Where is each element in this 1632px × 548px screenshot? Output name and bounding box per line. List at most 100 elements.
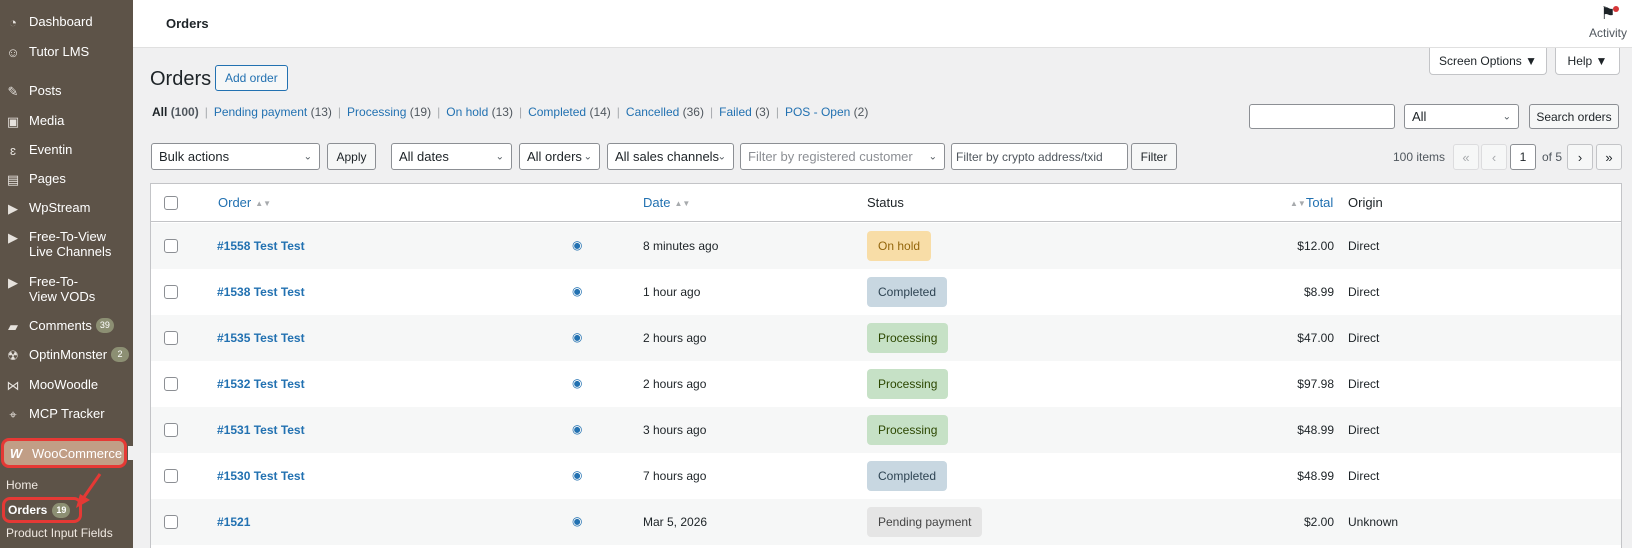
orders-type-select[interactable]: All orders ⌄ — [519, 143, 600, 170]
eye-icon[interactable]: ◉ — [572, 238, 582, 252]
header-title: Orders — [166, 16, 209, 31]
bulk-actions-select[interactable]: Bulk actions ⌄ — [151, 143, 320, 170]
row-checkbox[interactable] — [164, 239, 178, 253]
comments-count-badge: 39 — [95, 318, 114, 333]
order-date: 3 hours ago — [643, 423, 707, 437]
table-row[interactable]: #1535 Test Test ◉ 2 hours ago Processing $47… — [151, 315, 1621, 361]
order-total: $12.00 — [1297, 239, 1334, 253]
select-all-checkbox[interactable] — [164, 196, 178, 210]
order-date: 1 hour ago — [643, 285, 701, 299]
stream-icon: ▶ — [8, 229, 18, 245]
order-link[interactable]: #1558 Test Test — [217, 239, 305, 253]
row-checkbox[interactable] — [164, 515, 178, 529]
eye-icon[interactable]: ◉ — [572, 330, 582, 344]
tutor-icon: ☺ — [6, 44, 20, 60]
eye-icon[interactable]: ◉ — [572, 284, 582, 298]
crypto-filter-input[interactable]: Filter by crypto address/txid — [951, 143, 1128, 170]
order-link[interactable]: #1535 Test Test — [217, 331, 305, 345]
column-date[interactable]: Date ▲▼ — [643, 195, 690, 210]
order-origin: Direct — [1348, 423, 1380, 437]
help-button[interactable]: Help ▼ — [1555, 48, 1620, 75]
order-date: Mar 5, 2026 — [643, 515, 708, 529]
row-checkbox[interactable] — [164, 377, 178, 391]
sidebar-item-free-to-view-vods[interactable]: ▶ Free-To- View VODs — [0, 274, 133, 304]
status-badge: Completed — [867, 277, 948, 307]
screen-options-button[interactable]: Screen Options ▼ — [1429, 48, 1547, 75]
sidebar-item-pages[interactable]: ▤ Pages — [0, 171, 133, 187]
table-row[interactable]: #1521 ◉ Mar 5, 2026 Pending payment $2.00 Unk… — [151, 499, 1621, 545]
search-type-select[interactable]: All ⌄ — [1404, 104, 1519, 129]
sidebar-item-media[interactable]: ▣ Media — [0, 113, 133, 129]
column-status: Status — [867, 195, 904, 210]
prev-page-button[interactable]: ‹ — [1481, 144, 1507, 170]
search-orders-button[interactable]: Search orders — [1529, 104, 1619, 129]
order-date: 8 minutes ago — [643, 239, 719, 253]
order-link[interactable]: #1532 Test Test — [217, 377, 305, 391]
row-checkbox[interactable] — [164, 331, 178, 345]
filter-processing[interactable]: Processing (19) — [347, 105, 431, 119]
eye-icon[interactable]: ◉ — [572, 514, 582, 528]
order-link[interactable]: #1538 Test Test — [217, 285, 305, 299]
sidebar-item-wpstream[interactable]: ▶ WpStream — [0, 200, 133, 216]
media-icon: ▣ — [6, 113, 20, 129]
current-page-input[interactable]: 1 — [1510, 144, 1536, 170]
eye-icon[interactable]: ◉ — [572, 468, 582, 482]
filter-button[interactable]: Filter — [1131, 143, 1177, 170]
table-row[interactable]: #1531 Test Test ◉ 3 hours ago Processing $48… — [151, 407, 1621, 453]
filter-on-hold[interactable]: On hold (13) — [446, 105, 513, 119]
sidebar-item-mcp-tracker[interactable]: ⌖ MCP Tracker — [0, 406, 133, 422]
activity-button[interactable]: ⚑ Activity — [1586, 4, 1630, 40]
eye-icon[interactable]: ◉ — [572, 422, 582, 436]
order-link[interactable]: #1531 Test Test — [217, 423, 305, 437]
dates-select[interactable]: All dates ⌄ — [391, 143, 512, 170]
sales-channels-select[interactable]: All sales channels ⌄ — [607, 143, 734, 170]
table-header: Order ▲▼ Date ▲▼ Status ▲▼Total Origin — [151, 184, 1621, 222]
sidebar-item-moowoodle[interactable]: ⋈ MooWoodle — [0, 377, 133, 393]
chevron-down-icon: ⌄ — [303, 151, 312, 162]
filter-cancelled[interactable]: Cancelled (36) — [626, 105, 704, 119]
filter-failed[interactable]: Failed (3) — [719, 105, 770, 119]
order-total: $97.98 — [1297, 377, 1334, 391]
filter-completed[interactable]: Completed (14) — [528, 105, 611, 119]
status-badge: Processing — [867, 369, 949, 399]
sidebar-item-eventin[interactable]: ɛ Eventin — [0, 142, 133, 158]
submenu-product-input-fields[interactable]: Product Input Fields — [6, 526, 113, 540]
sidebar-item-posts[interactable]: ✎ Posts — [0, 83, 133, 99]
notification-dot — [1613, 6, 1619, 12]
first-page-button[interactable]: « — [1453, 144, 1479, 170]
last-page-button[interactable]: » — [1596, 144, 1622, 170]
orders-table: Order ▲▼ Date ▲▼ Status ▲▼Total Origin #15… — [150, 183, 1622, 548]
row-checkbox[interactable] — [164, 469, 178, 483]
total-pages: of 5 — [1542, 150, 1563, 164]
table-row[interactable]: #1530 Test Test ◉ 7 hours ago Completed $48.… — [151, 453, 1621, 499]
table-row[interactable]: #1532 Test Test ◉ 2 hours ago Processing $97… — [151, 361, 1621, 407]
column-total[interactable]: ▲▼Total — [1286, 195, 1333, 210]
next-page-button[interactable]: › — [1567, 144, 1593, 170]
sidebar-item-optinmonster[interactable]: ☢ OptinMonster 2 — [0, 347, 133, 363]
comment-icon: ▰ — [8, 318, 18, 334]
sidebar-item-woocommerce[interactable]: W WooCommerce — [1, 438, 127, 468]
customer-filter-select[interactable]: Filter by registered customer ⌄ — [740, 143, 945, 170]
eye-icon[interactable]: ◉ — [572, 376, 582, 390]
sidebar-item-tutor-lms[interactable]: ☺ Tutor LMS — [0, 44, 133, 60]
filter-pending-payment[interactable]: Pending payment (13) — [214, 105, 332, 119]
order-total: $48.99 — [1297, 469, 1334, 483]
apply-button[interactable]: Apply — [327, 143, 376, 170]
table-row[interactable]: #1538 Test Test ◉ 1 hour ago Completed $8.99… — [151, 269, 1621, 315]
order-link[interactable]: #1521 — [217, 515, 250, 529]
sidebar-item-dashboard[interactable]: ◔ Dashboard — [0, 14, 133, 30]
order-link[interactable]: #1530 Test Test — [217, 469, 305, 483]
row-checkbox[interactable] — [164, 285, 178, 299]
optinmonster-count-badge: 2 — [111, 347, 130, 362]
submenu-home[interactable]: Home — [6, 478, 38, 492]
add-order-button[interactable]: Add order — [215, 65, 288, 91]
row-checkbox[interactable] — [164, 423, 178, 437]
search-input[interactable] — [1249, 104, 1395, 129]
sidebar-item-comments[interactable]: ▰ Comments 39 — [0, 318, 133, 334]
sidebar-item-free-to-view-live[interactable]: ▶ Free-To-View Live Channels — [0, 229, 133, 259]
tracker-icon: ⌖ — [9, 406, 17, 422]
column-order[interactable]: Order ▲▼ — [218, 195, 271, 210]
table-row[interactable]: #1558 Test Test ◉ 8 minutes ago On hold $12.… — [151, 223, 1621, 269]
filter-pos-open[interactable]: POS - Open (2) — [785, 105, 868, 119]
filter-all[interactable]: All (100) — [152, 105, 199, 119]
